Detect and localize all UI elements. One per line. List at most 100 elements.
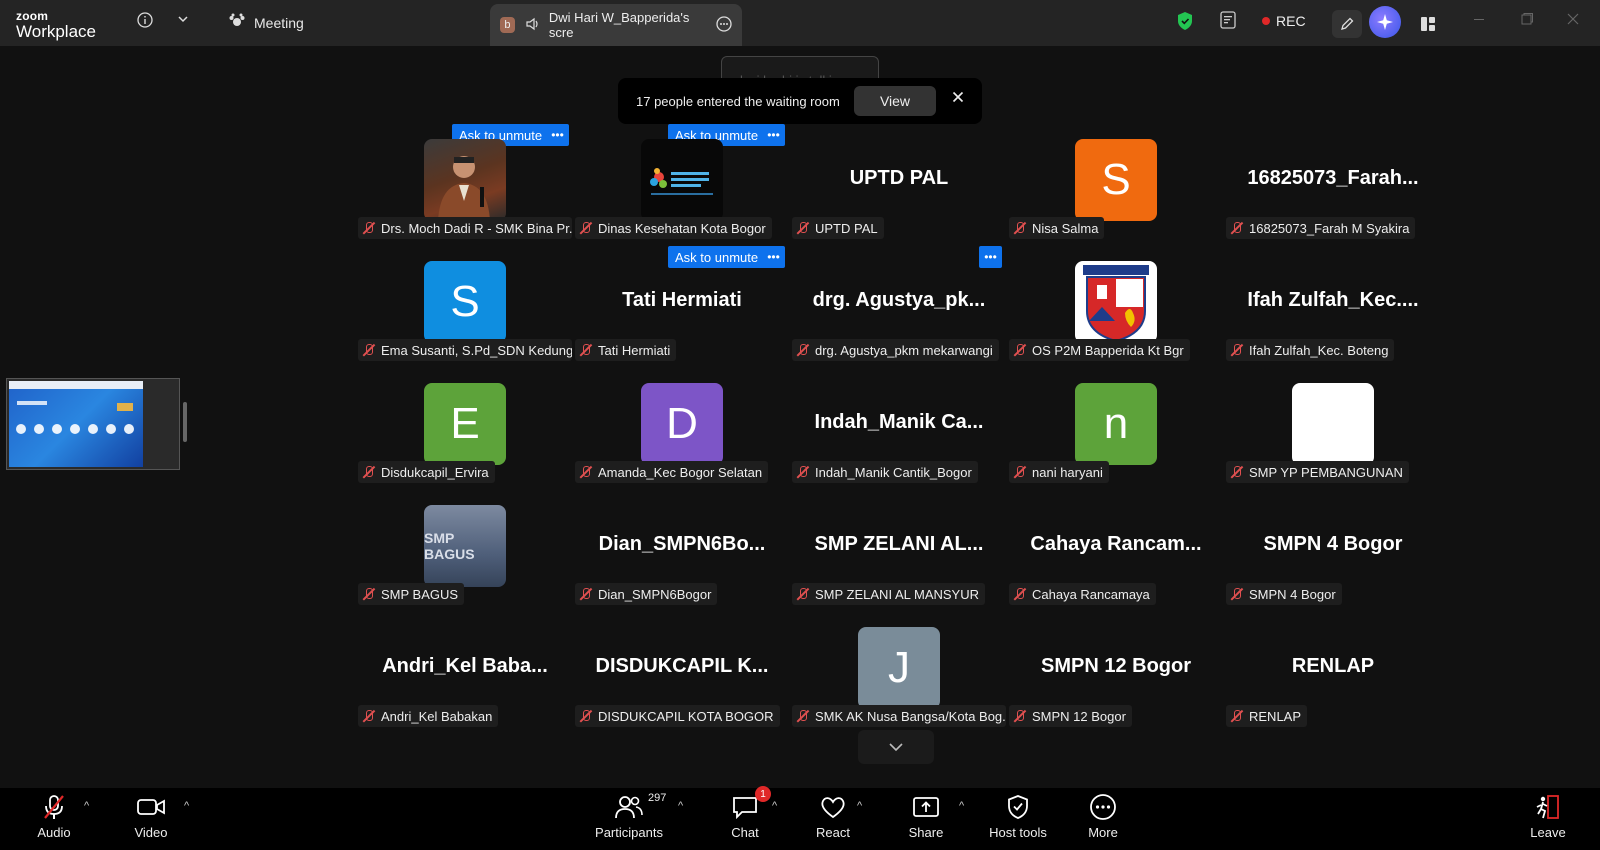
participant-tile[interactable]: drg. Agustya_pk... drg. Agustya_pkm mekar…: [792, 261, 1006, 379]
participant-name: Nisa Salma: [1032, 220, 1099, 236]
thumbnail-drag-handle[interactable]: [183, 402, 187, 442]
participant-tile[interactable]: 16825073_Farah... 16825073_Farah M Syakir…: [1226, 139, 1440, 257]
participant-tile[interactable]: Drs. Moch Dadi R - SMK Bina Pr...: [358, 139, 572, 257]
participant-name-tag: Ifah Zulfah_Kec. Boteng: [1226, 339, 1395, 361]
mic-muted-icon: [1229, 220, 1245, 236]
participant-tile[interactable]: UPTD PAL UPTD PAL: [792, 139, 1006, 257]
meeting-menu-button[interactable]: Meeting: [228, 13, 304, 32]
video-button[interactable]: Video: [111, 792, 191, 840]
annotate-pen-icon[interactable]: [1332, 10, 1362, 38]
share-tab-label: Dwi Hari W_Bapperida's scre: [548, 10, 690, 40]
chevron-down-icon[interactable]: [177, 12, 189, 29]
mic-muted-icon: [361, 220, 377, 236]
participant-display-name: SMPN 4 Bogor: [1263, 533, 1403, 555]
participant-display-name: DISDUKCAPIL K...: [595, 655, 769, 677]
participant-name-tag: SMP ZELANI AL MANSYUR: [792, 583, 985, 605]
host-tools-shield-icon: [1006, 792, 1030, 822]
participant-tile[interactable]: Andri_Kel Baba... Andri_Kel Babakan: [358, 627, 572, 745]
participant-tile[interactable]: J SMK AK Nusa Bangsa/Kota Bog...: [792, 627, 1006, 745]
participant-name: Cahaya Rancamaya: [1032, 586, 1150, 602]
mic-muted-icon: [1012, 586, 1028, 602]
share-tab-options-icon[interactable]: [716, 15, 732, 35]
participant-display-name: Andri_Kel Baba...: [382, 655, 548, 677]
participant-tile[interactable]: Dian_SMPN6Bo... Dian_SMPN6Bogor: [575, 505, 789, 623]
participant-tile[interactable]: D Amanda_Kec Bogor Selatan: [575, 383, 789, 501]
close-icon[interactable]: [952, 90, 964, 108]
participant-tile[interactable]: SMPN 4 Bogor SMPN 4 Bogor: [1226, 505, 1440, 623]
participant-name: Drs. Moch Dadi R - SMK Bina Pr...: [381, 220, 572, 236]
participant-video: SMP BAGUS: [424, 505, 506, 587]
host-tools-button[interactable]: Host tools: [978, 792, 1058, 840]
meeting-label: Meeting: [254, 14, 304, 31]
chat-options-caret-icon[interactable]: ^: [772, 800, 777, 812]
maximize-icon[interactable]: [1520, 12, 1534, 31]
participant-tile[interactable]: E Disdukcapil_Ervira: [358, 383, 572, 501]
participant-name-tag: nani haryani: [1009, 461, 1109, 483]
audio-options-caret-icon[interactable]: ^: [84, 800, 89, 812]
participant-name-tag: Drs. Moch Dadi R - SMK Bina Pr...: [358, 217, 572, 239]
participants-label: Participants: [595, 825, 663, 840]
participant-tile[interactable]: Dinas Kesehatan Kota Bogor: [575, 139, 789, 257]
participant-tile[interactable]: DISDUKCAPIL K... DISDUKCAPIL KOTA BOGOR: [575, 627, 789, 745]
captions-icon[interactable]: [1218, 10, 1238, 30]
scroll-down-button[interactable]: [858, 730, 934, 764]
react-options-caret-icon[interactable]: ^: [857, 800, 862, 812]
screen-share-tab[interactable]: b Dwi Hari W_Bapperida's scre: [490, 4, 742, 46]
participant-name-tag: Amanda_Kec Bogor Selatan: [575, 461, 769, 483]
participant-tile[interactable]: n nani haryani: [1009, 383, 1223, 501]
participant-tile[interactable]: SMP BAGUS SMP BAGUS: [358, 505, 572, 623]
mic-muted-icon: [1229, 708, 1245, 724]
ai-companion-icon[interactable]: [1369, 6, 1401, 38]
participant-avatar: n: [1075, 383, 1157, 465]
participant-tile[interactable]: SMP ZELANI AL... SMP ZELANI AL MANSYUR: [792, 505, 1006, 623]
participant-name: Ifah Zulfah_Kec. Boteng: [1249, 342, 1389, 358]
participant-name: SMP YP PEMBANGUNAN: [1249, 464, 1403, 480]
participant-name: drg. Agustya_pkm mekarwangi: [815, 342, 993, 358]
title-bar: zoom Workplace Meeting b Dwi Hari W_Bapp…: [0, 0, 1600, 46]
participant-name: Amanda_Kec Bogor Selatan: [598, 464, 763, 480]
participants-options-caret-icon[interactable]: ^: [678, 800, 683, 812]
recording-indicator[interactable]: REC: [1262, 13, 1306, 29]
participant-name: SMK AK Nusa Bangsa/Kota Bog...: [815, 708, 1006, 724]
participant-tile[interactable]: SMPN 12 Bogor SMPN 12 Bogor: [1009, 627, 1223, 745]
participant-tile[interactable]: Cahaya Rancam... Cahaya Rancamaya: [1009, 505, 1223, 623]
participant-name-tag: 16825073_Farah M Syakira: [1226, 217, 1416, 239]
participant-tile[interactable]: RENLAP RENLAP: [1226, 627, 1440, 745]
participant-name-tag: SMPN 12 Bogor: [1009, 705, 1132, 727]
share-button[interactable]: Share: [886, 792, 966, 840]
view-waiting-room-button[interactable]: View: [854, 86, 936, 116]
participant-name: SMP BAGUS: [381, 586, 459, 602]
security-shield-icon[interactable]: [1175, 10, 1195, 32]
participant-tile[interactable]: S Ema Susanti, S.Pd_SDN Kedung...: [358, 261, 572, 379]
participants-button[interactable]: 297 Participants: [589, 792, 669, 840]
mic-muted-icon: [40, 792, 68, 822]
mic-muted-icon: [795, 464, 811, 480]
shared-screen-thumbnail[interactable]: [6, 378, 180, 470]
participant-display-name: Indah_Manik Ca...: [814, 411, 984, 433]
meeting-toolbar: Audio ^ Video ^ 297 Participants ^ 1 Cha…: [0, 786, 1600, 850]
close-window-icon[interactable]: [1566, 12, 1580, 31]
video-options-caret-icon[interactable]: ^: [184, 800, 189, 812]
more-button[interactable]: More: [1063, 792, 1143, 840]
logo-line2: Workplace: [16, 22, 96, 41]
participant-name-tag: Tati Hermiati: [575, 339, 677, 361]
participant-tile[interactable]: OS P2M Bapperida Kt Bgr: [1009, 261, 1223, 379]
participant-display-name: Tati Hermiati: [622, 289, 742, 311]
participant-tile[interactable]: S Nisa Salma: [1009, 139, 1223, 257]
participants-count: 297: [648, 792, 667, 804]
minimize-icon[interactable]: [1472, 12, 1486, 31]
participant-tile[interactable]: Tati Hermiati Tati Hermiati: [575, 261, 789, 379]
rec-label: REC: [1276, 13, 1306, 29]
audio-button[interactable]: Audio: [14, 792, 94, 840]
participant-tile[interactable]: Indah_Manik Ca... Indah_Manik Cantik_Bogo…: [792, 383, 1006, 501]
share-options-caret-icon[interactable]: ^: [959, 800, 964, 812]
side-panel-icon[interactable]: [1414, 10, 1442, 38]
participant-tile[interactable]: SMP YP PEMBANGUNAN: [1226, 383, 1440, 501]
participant-tile[interactable]: Ifah Zulfah_Kec.... Ifah Zulfah_Kec. Bote…: [1226, 261, 1440, 379]
chat-label: Chat: [731, 825, 759, 840]
participant-name-tag: Indah_Manik Cantik_Bogor: [792, 461, 978, 483]
participant-video: [424, 139, 506, 221]
info-icon[interactable]: [137, 12, 153, 32]
leave-button[interactable]: Leave: [1508, 792, 1588, 840]
logo-line1: zoom: [16, 9, 49, 23]
